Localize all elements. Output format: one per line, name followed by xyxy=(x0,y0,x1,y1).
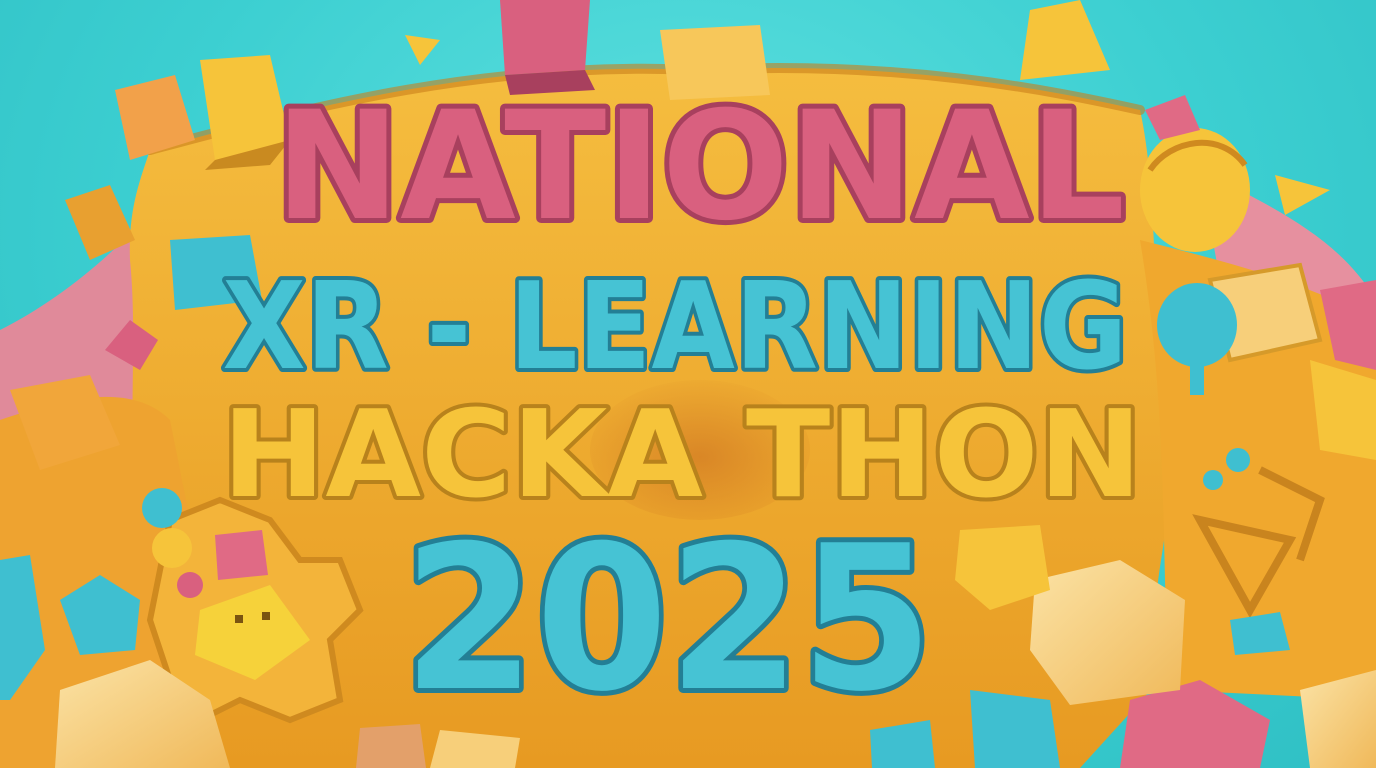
hackathon-poster-image: NATIONAL XR - LEARNING HACKA THON 2025 xyxy=(0,0,1376,768)
cyan-dot-right-2 xyxy=(1203,470,1223,490)
cyan-dot-left xyxy=(142,488,182,528)
cyan-dot-right-1 xyxy=(1226,448,1250,472)
pink-cube-left xyxy=(215,530,268,580)
yellow-triangle-right xyxy=(1275,175,1330,215)
die-pip-2 xyxy=(262,612,270,620)
title-line-year: 2025 xyxy=(403,503,933,736)
die-pip-1 xyxy=(235,615,243,623)
cyan-paddle-handle xyxy=(1190,360,1204,395)
cyan-block-bottom xyxy=(970,690,1060,768)
yellow-block-top-right xyxy=(1020,0,1110,80)
yellow-dot-left xyxy=(152,528,192,568)
small-triangle-top xyxy=(405,35,440,65)
pink-cube-top xyxy=(500,0,590,75)
clay-artwork: NATIONAL XR - LEARNING HACKA THON 2025 xyxy=(0,0,1376,768)
yellow-disc-right xyxy=(1140,128,1250,252)
title-line-national: NATIONAL xyxy=(275,80,1125,254)
cyan-paddle-right xyxy=(1157,283,1237,367)
pink-dot-left xyxy=(177,572,203,598)
title-line-xr-learning: XR - LEARNING xyxy=(223,258,1128,397)
